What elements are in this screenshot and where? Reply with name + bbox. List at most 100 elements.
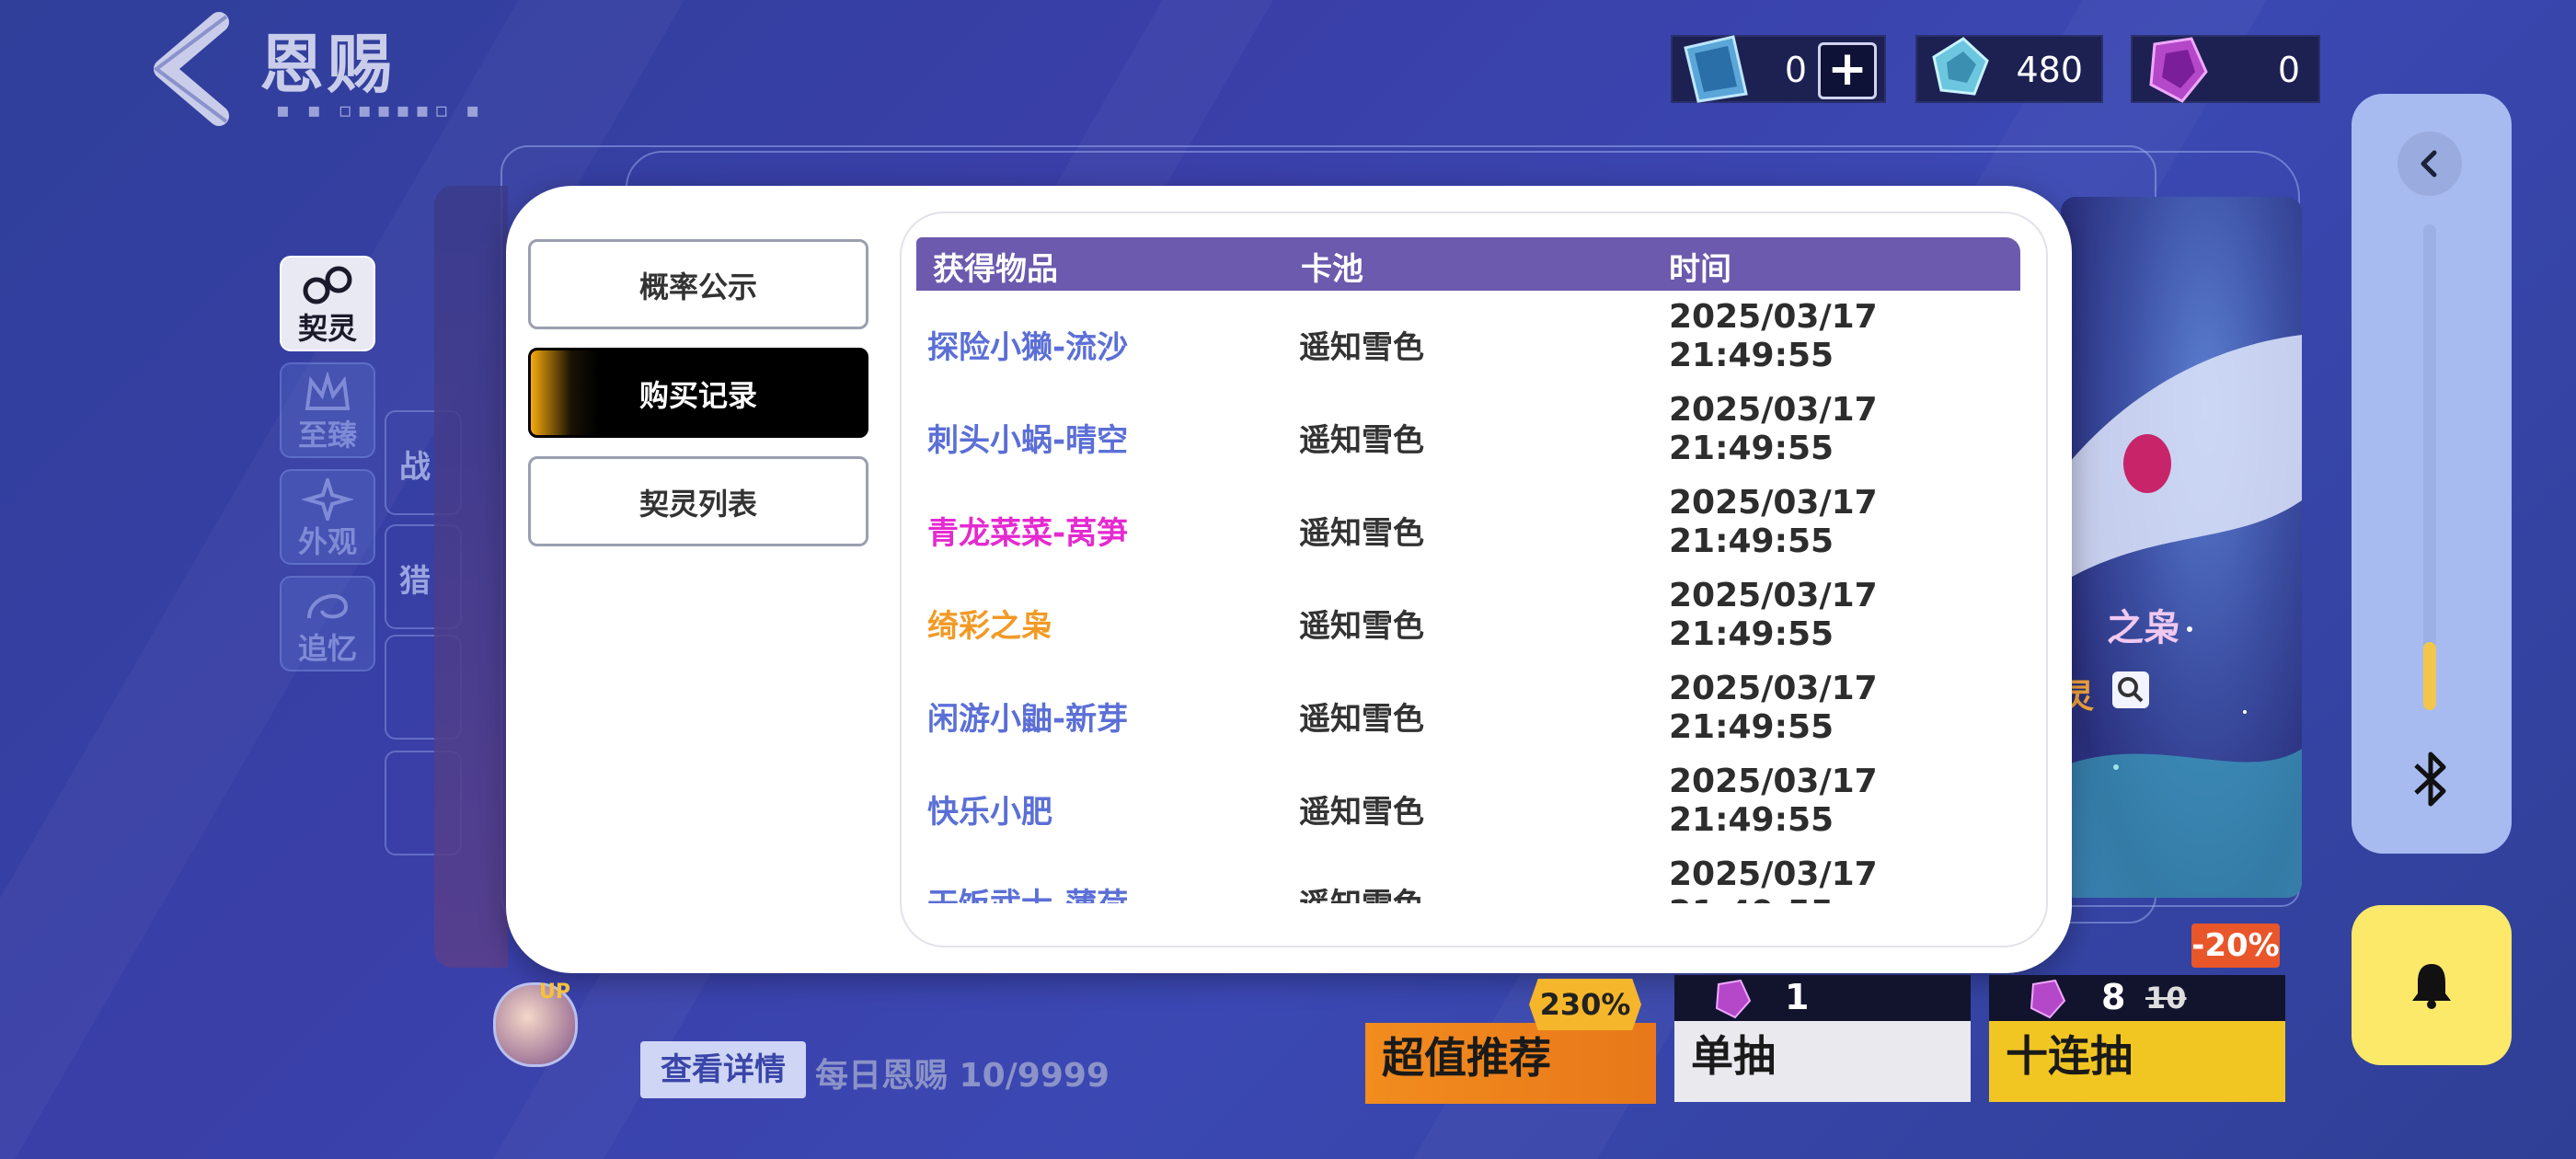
row-date: 2025/03/17 — [1669, 855, 1878, 893]
featured-name: 之枭 — [2107, 607, 2180, 649]
table-row: 青龙菜菜-莴笋 遥知雪色 2025/03/17 21:49:55 — [902, 482, 2046, 575]
side-tab-label: 契灵 — [297, 311, 357, 346]
modal-left-decoration — [434, 186, 508, 968]
blue-crystal-icon — [1932, 37, 1989, 96]
table-row: 刺头小蜗-晴空 遥知雪色 2025/03/17 21:49:55 — [902, 389, 2046, 482]
ten-cost-bar: 8 10 — [1989, 975, 2285, 1021]
single-draw-button[interactable]: 单抽 — [1674, 1021, 1971, 1102]
qiling-icon — [303, 266, 352, 304]
bell-icon — [2412, 964, 2451, 1009]
purple-gem-icon — [2149, 37, 2208, 103]
table-row: 干饭武士-薄荷 遥知雪色 2025/03/1721:49:55 — [902, 854, 2046, 903]
table-header: 获得物品 卡池 时间 — [916, 237, 2020, 291]
table-row: 探险小獭-流沙 遥知雪色 2025/03/17 21:49:55 — [902, 296, 2046, 389]
purple-gem-icon — [1715, 979, 1752, 1019]
row-clock: 21:49:55 — [1669, 801, 1834, 839]
currency-crystal: 480 — [1915, 35, 2103, 103]
single-cost: 1 — [1785, 977, 1810, 1017]
row-date: 2025/03/17 — [1669, 763, 1878, 800]
row-pool: 遥知雪色 — [1299, 701, 1424, 738]
side-tab-label: 外观 — [297, 524, 357, 559]
sub-tab-label: 战 — [399, 449, 431, 486]
row-time: 2025/03/1721:49:55 — [1669, 298, 1878, 375]
row-pool: 遥知雪色 — [1299, 879, 1424, 903]
row-time: 2025/03/1721:49:55 — [1669, 670, 1878, 747]
currency-crystal-value: 480 — [2016, 50, 2083, 90]
view-details-button[interactable]: 查看详情 — [640, 1041, 806, 1098]
card-ticket-icon — [1684, 35, 1748, 103]
row-date: 2025/03/17 — [1669, 484, 1878, 522]
row-item: 绮彩之枭 — [927, 608, 1052, 645]
single-draw-label: 单抽 — [1691, 1031, 1776, 1081]
currency-ticket-value: 0 — [1784, 50, 1807, 90]
featured-character-art — [2061, 197, 2302, 898]
row-pool: 遥知雪色 — [1299, 422, 1424, 459]
swirl-icon — [307, 594, 349, 619]
table-rows-scroll[interactable]: 探险小獭-流沙 遥知雪色 2025/03/17 21:49:55 刺头小蜗-晴空 … — [902, 296, 2046, 903]
ten-cost: 8 — [2101, 977, 2126, 1017]
row-item: 闲游小鼬-新芽 — [927, 701, 1129, 738]
side-tab-zhizhen[interactable]: 至臻 — [280, 362, 375, 458]
ten-original-cost: 10 — [2145, 981, 2187, 1016]
row-clock: 21:49:55 — [1669, 430, 1834, 467]
column-header-time: 时间 — [1669, 251, 1731, 288]
currency-ticket: 0 + — [1671, 35, 1886, 103]
menu-qiling-list-button[interactable]: 契灵列表 — [528, 456, 868, 546]
row-time: 2025/03/1721:49:55 — [1669, 484, 1878, 561]
row-clock: 21:49:55 — [1669, 894, 1834, 903]
volume-slider[interactable] — [2423, 224, 2436, 710]
discount-badge: -20% — [2191, 924, 2280, 968]
owl-wing-art — [2061, 335, 2302, 898]
row-item: 快乐小肥 — [927, 794, 1052, 831]
volume-slider-fill — [2423, 642, 2436, 710]
recommend-label: 超值推荐 — [1382, 1033, 1551, 1083]
up-badge: UP — [539, 981, 570, 1004]
notification-bell-button[interactable] — [2352, 905, 2512, 1065]
row-clock: 21:49:55 — [1669, 615, 1834, 653]
ten-draw-button[interactable]: 十连抽 — [1989, 1021, 2285, 1102]
row-date: 2025/03/17 — [1669, 298, 1878, 336]
promo-bubble: 230% — [1529, 979, 1641, 1030]
bluetooth-icon[interactable] — [2403, 747, 2458, 811]
ten-draw-label: 十连抽 — [2006, 1031, 2133, 1081]
table-row: 快乐小肥 遥知雪色 2025/03/17 21:49:55 — [902, 761, 2046, 854]
table-row: 闲游小鼬-新芽 遥知雪色 2025/03/17 21:49:55 — [902, 668, 2046, 761]
row-time: 2025/03/1721:49:55 — [1669, 577, 1878, 654]
side-tab-zhuiyi[interactable]: 追忆 — [280, 576, 375, 671]
back-chevron-icon[interactable] — [138, 9, 239, 129]
row-time: 2025/03/1721:49:55 — [1669, 763, 1878, 840]
panel-collapse-button[interactable] — [2398, 132, 2462, 196]
chevron-left-icon — [2421, 150, 2437, 178]
row-time: 2025/03/1721:49:55 — [1669, 391, 1878, 468]
menu-purchase-history-button[interactable]: 购买记录 — [528, 348, 868, 438]
row-item: 探险小獭-流沙 — [927, 329, 1129, 366]
row-clock: 21:49:55 — [1669, 337, 1834, 374]
add-ticket-button[interactable]: + — [1818, 42, 1877, 99]
side-tab-label: 追忆 — [297, 631, 357, 666]
page-title: 恩赐 — [259, 27, 396, 102]
currency-gem-value: 0 — [2277, 50, 2300, 90]
column-header-item: 获得物品 — [933, 251, 1058, 288]
crown-icon — [305, 372, 351, 410]
search-icon — [2118, 677, 2144, 703]
purchase-history-table: 获得物品 卡池 时间 探险小獭-流沙 遥知雪色 2025/03/17 21:49:… — [900, 212, 2048, 947]
row-item: 青龙菜菜-莴笋 — [927, 515, 1129, 552]
column-header-pool: 卡池 — [1301, 251, 1363, 288]
menu-probability-button[interactable]: 概率公示 — [528, 239, 868, 329]
row-item: 刺头小蜗-晴空 — [927, 422, 1129, 459]
row-date: 2025/03/17 — [1669, 391, 1878, 429]
row-pool: 遥知雪色 — [1299, 794, 1424, 831]
side-tab-label: 至臻 — [297, 418, 357, 453]
purple-gem-icon — [2030, 979, 2066, 1019]
sparkle-icon — [302, 478, 353, 521]
side-tab-qiling[interactable]: 契灵 — [280, 256, 375, 351]
zoom-button[interactable] — [2112, 671, 2149, 708]
row-clock: 21:49:55 — [1669, 522, 1834, 560]
single-cost-bar: 1 — [1674, 975, 1971, 1021]
recommend-button[interactable]: 超值推荐 — [1365, 1023, 1656, 1104]
row-pool: 遥知雪色 — [1299, 329, 1424, 366]
sub-tab-label: 猎 — [399, 563, 431, 600]
side-tab-waiguan[interactable]: 外观 — [280, 469, 375, 565]
row-pool: 遥知雪色 — [1299, 608, 1424, 645]
row-clock: 21:49:55 — [1669, 708, 1834, 746]
